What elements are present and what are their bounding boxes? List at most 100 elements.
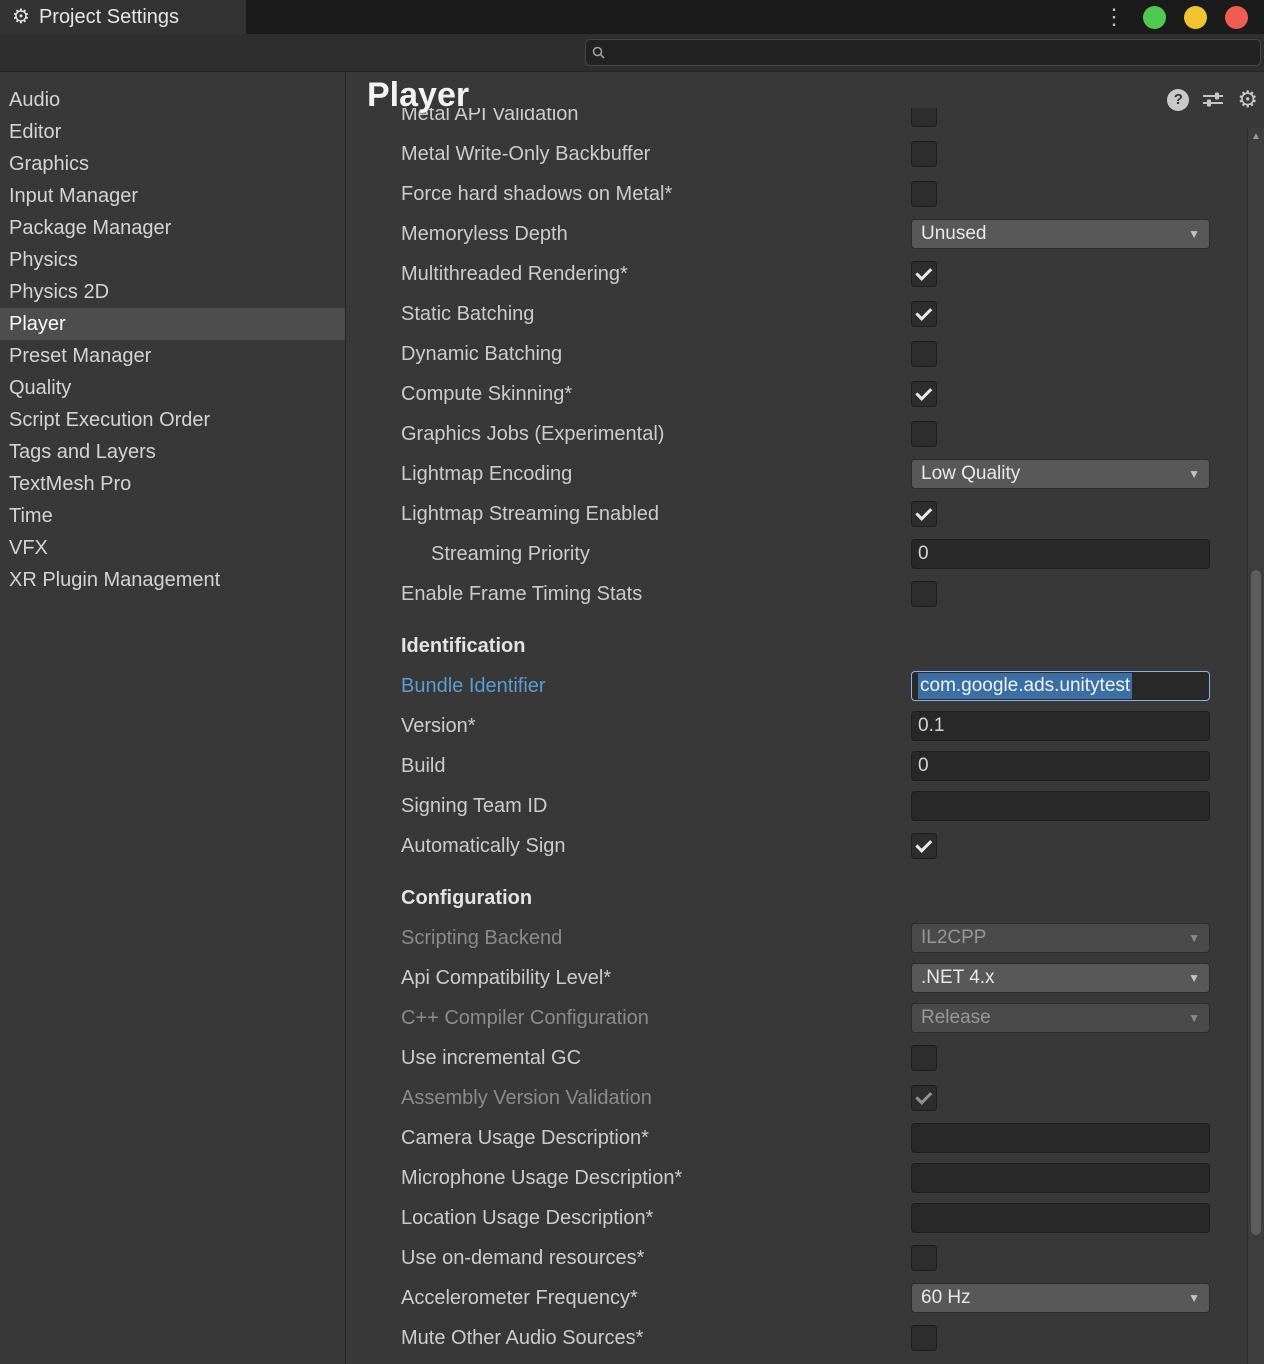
- text-input-signing-team-id[interactable]: [911, 791, 1210, 821]
- traffic-light-red[interactable]: [1225, 6, 1248, 29]
- setting-row-metal-api-validation: Metal API Validation: [346, 108, 1210, 134]
- chevron-down-icon: ▼: [1188, 227, 1200, 241]
- setting-label: Use incremental GC: [401, 1047, 911, 1070]
- setting-control: [911, 341, 1210, 367]
- setting-row-location-usage-description: Location Usage Description*: [346, 1198, 1210, 1238]
- checkbox-use-on-demand-resources[interactable]: [911, 1245, 937, 1271]
- checkbox-multithreaded-rendering[interactable]: [911, 261, 937, 287]
- section-header-configuration: Configuration: [346, 878, 1210, 918]
- checkbox-metal-api-validation[interactable]: [911, 108, 937, 127]
- text-input-camera-usage-description[interactable]: [911, 1123, 1210, 1153]
- checkbox-metal-write-only-backbuffer[interactable]: [911, 141, 937, 167]
- setting-control: Release▼: [911, 1003, 1210, 1033]
- checkbox-use-incremental-gc[interactable]: [911, 1045, 937, 1071]
- vertical-scrollbar[interactable]: ▲: [1247, 128, 1264, 1364]
- checkbox-compute-skinning[interactable]: [911, 381, 937, 407]
- text-input-version[interactable]: 0.1: [911, 711, 1210, 741]
- window-controls: ⋮: [1103, 6, 1264, 29]
- setting-row-graphics-jobs-experimental: Graphics Jobs (Experimental): [346, 414, 1210, 454]
- dropdown-api-compatibility-level[interactable]: .NET 4.x▼: [911, 963, 1210, 993]
- setting-row-mute-other-audio-sources: Mute Other Audio Sources*: [346, 1318, 1210, 1358]
- checkbox-lightmap-streaming-enabled[interactable]: [911, 501, 937, 527]
- search-input[interactable]: [585, 39, 1261, 66]
- chevron-down-icon: ▼: [1188, 1291, 1200, 1305]
- sidebar-item-tags-and-layers[interactable]: Tags and Layers: [0, 436, 345, 468]
- setting-control: [911, 1123, 1210, 1153]
- setting-row-dynamic-batching: Dynamic Batching: [346, 334, 1210, 374]
- setting-control: [911, 791, 1210, 821]
- checkbox-dynamic-batching[interactable]: [911, 341, 937, 367]
- setting-label: Accelerometer Frequency*: [401, 1287, 911, 1310]
- sidebar-item-input-manager[interactable]: Input Manager: [0, 180, 345, 212]
- window-tab-project-settings[interactable]: ⚙ Project Settings: [0, 0, 246, 34]
- sidebar-item-audio[interactable]: Audio: [0, 84, 345, 116]
- setting-label: Camera Usage Description*: [401, 1127, 911, 1150]
- gear-icon[interactable]: ⚙: [1237, 88, 1258, 111]
- setting-control: 60 Hz▼: [911, 1283, 1210, 1313]
- sidebar-item-quality[interactable]: Quality: [0, 372, 345, 404]
- dropdown-value: IL2CPP: [921, 927, 986, 949]
- dropdown-value: Low Quality: [921, 463, 1020, 485]
- text-input-build[interactable]: 0: [911, 751, 1210, 781]
- checkbox-enable-frame-timing-stats[interactable]: [911, 581, 937, 607]
- checkmark-icon: [915, 383, 932, 400]
- text-input-bundle-identifier[interactable]: com.google.ads.unitytest: [911, 671, 1210, 701]
- traffic-light-green[interactable]: [1143, 6, 1166, 29]
- checkbox-force-hard-shadows-on-metal[interactable]: [911, 181, 937, 207]
- presets-icon[interactable]: [1203, 91, 1223, 109]
- traffic-light-yellow[interactable]: [1184, 6, 1207, 29]
- setting-label: Use on-demand resources*: [401, 1247, 911, 1270]
- scrollbar-thumb[interactable]: [1251, 570, 1261, 1235]
- dropdown-accelerometer-frequency[interactable]: 60 Hz▼: [911, 1283, 1210, 1313]
- setting-row-compute-skinning: Compute Skinning*: [346, 374, 1210, 414]
- setting-row-static-batching: Static Batching: [346, 294, 1210, 334]
- setting-control: .NET 4.x▼: [911, 963, 1210, 993]
- dropdown-memoryless-depth[interactable]: Unused▼: [911, 219, 1210, 249]
- sidebar-item-package-manager[interactable]: Package Manager: [0, 212, 345, 244]
- setting-control: [911, 1245, 1210, 1271]
- setting-label: Build: [401, 755, 911, 778]
- checkmark-icon: [915, 835, 932, 852]
- setting-row-signing-team-id: Signing Team ID: [346, 786, 1210, 826]
- titlebar: ⚙ Project Settings ⋮: [0, 0, 1264, 34]
- setting-label: Lightmap Streaming Enabled: [401, 503, 911, 526]
- toolbar: [0, 34, 1264, 72]
- checkbox-automatically-sign[interactable]: [911, 833, 937, 859]
- sidebar-item-script-execution-order[interactable]: Script Execution Order: [0, 404, 345, 436]
- setting-label: Automatically Sign: [401, 835, 911, 858]
- checkbox-static-batching[interactable]: [911, 301, 937, 327]
- sidebar-item-graphics[interactable]: Graphics: [0, 148, 345, 180]
- setting-label: Mute Other Audio Sources*: [401, 1327, 911, 1350]
- help-icon[interactable]: ?: [1167, 89, 1189, 111]
- text-input-location-usage-description[interactable]: [911, 1203, 1210, 1233]
- setting-row-metal-write-only-backbuffer: Metal Write-Only Backbuffer: [346, 134, 1210, 174]
- setting-control: [911, 141, 1210, 167]
- sidebar-item-editor[interactable]: Editor: [0, 116, 345, 148]
- chevron-down-icon: ▼: [1188, 931, 1200, 945]
- sidebar-item-xr-plugin-management[interactable]: XR Plugin Management: [0, 564, 345, 596]
- sidebar-item-player[interactable]: Player: [0, 308, 345, 340]
- text-input-streaming-priority[interactable]: 0: [911, 539, 1210, 569]
- setting-row-api-compatibility-level: Api Compatibility Level*.NET 4.x▼: [346, 958, 1210, 998]
- sidebar-item-preset-manager[interactable]: Preset Manager: [0, 340, 345, 372]
- sidebar-item-textmesh-pro[interactable]: TextMesh Pro: [0, 468, 345, 500]
- text-input-microphone-usage-description[interactable]: [911, 1163, 1210, 1193]
- sidebar-item-physics-2d[interactable]: Physics 2D: [0, 276, 345, 308]
- sidebar-item-time[interactable]: Time: [0, 500, 345, 532]
- setting-row-enable-frame-timing-stats: Enable Frame Timing Stats: [346, 574, 1210, 614]
- setting-row-microphone-usage-description: Microphone Usage Description*: [346, 1158, 1210, 1198]
- sidebar-item-vfx[interactable]: VFX: [0, 532, 345, 564]
- setting-control: 0: [911, 539, 1210, 569]
- project-settings-window: ⚙ Project Settings ⋮ AudioEditorGraphics…: [0, 0, 1264, 1364]
- scrollbar-up-arrow-icon[interactable]: ▲: [1248, 128, 1264, 144]
- dropdown-lightmap-encoding[interactable]: Low Quality▼: [911, 459, 1210, 489]
- setting-label: Metal API Validation: [401, 108, 911, 126]
- kebab-menu-icon[interactable]: ⋮: [1103, 6, 1125, 28]
- checkbox-mute-other-audio-sources[interactable]: [911, 1325, 937, 1351]
- checkbox-assembly-version-validation: [911, 1085, 937, 1111]
- checkbox-graphics-jobs-experimental[interactable]: [911, 421, 937, 447]
- chevron-down-icon: ▼: [1188, 1011, 1200, 1025]
- setting-control: 0.1: [911, 711, 1210, 741]
- setting-row-multithreaded-rendering: Multithreaded Rendering*: [346, 254, 1210, 294]
- sidebar-item-physics[interactable]: Physics: [0, 244, 345, 276]
